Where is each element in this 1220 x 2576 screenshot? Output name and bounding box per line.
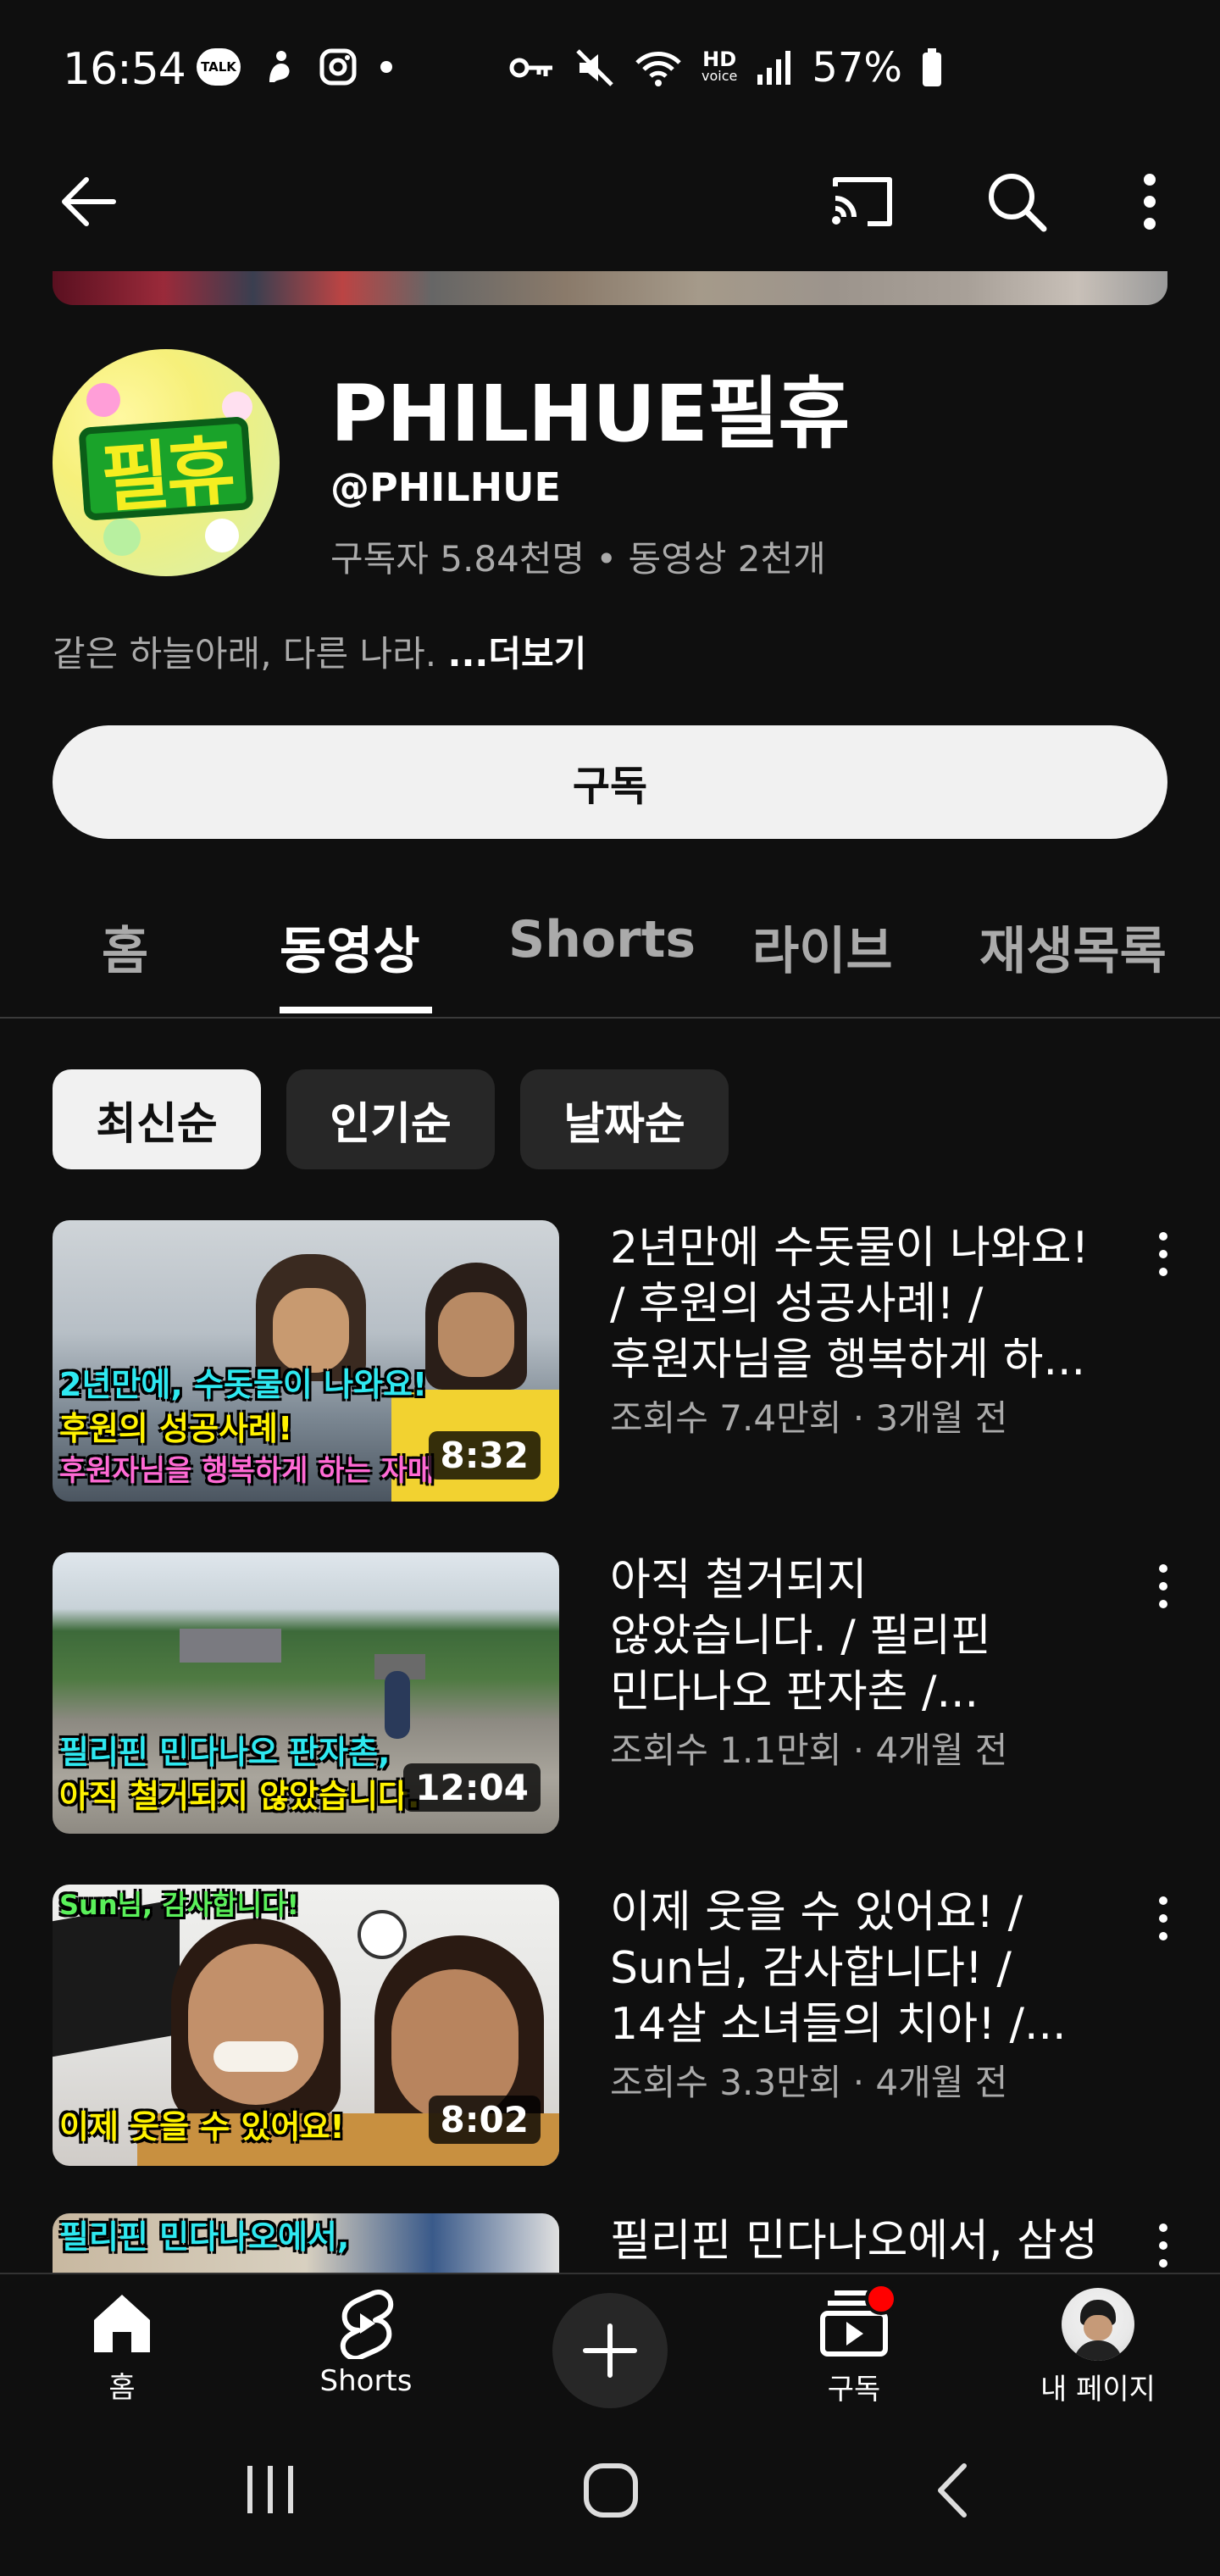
tab-home[interactable]: 홈 <box>102 910 148 984</box>
thumbnail-overlay-text: 후원의 성공사례! <box>59 1410 293 1447</box>
video-more-icon[interactable] <box>1157 1896 1169 1944</box>
tab-live[interactable]: 라이브 <box>752 910 893 984</box>
key-icon <box>509 58 552 78</box>
channel-banner <box>53 271 1167 305</box>
thumbnail-overlay-text: Sun님, 감사합니다! <box>59 1889 300 1921</box>
create-button[interactable] <box>552 2293 668 2408</box>
video-meta: 조회수 3.3만회 · 4개월 전 <box>610 2062 1008 2103</box>
video-more-icon[interactable] <box>1157 2223 1169 2271</box>
video-title[interactable]: 2년만에 수돗물이 나와요! / 후원의 성공사례! / 후원자님을 행복하게 … <box>610 1220 1118 1388</box>
nav-shorts[interactable]: Shorts <box>264 2274 468 2423</box>
video-more-icon[interactable] <box>1157 1232 1169 1280</box>
recents-icon[interactable] <box>242 2462 302 2517</box>
subscribe-button[interactable]: 구독 <box>53 725 1167 839</box>
home-circle-icon[interactable] <box>581 2461 640 2520</box>
video-title[interactable]: 필리핀 민다나오에서, 삼성 <box>610 2213 1118 2269</box>
chip-oldest[interactable]: 날짜순 <box>520 1069 729 1169</box>
nav-subscriptions[interactable]: 구독 <box>752 2274 956 2423</box>
cast-icon[interactable] <box>829 168 896 236</box>
battery-percent: 57% <box>812 44 903 92</box>
search-icon[interactable] <box>983 168 1051 236</box>
instagram-icon <box>319 48 357 86</box>
channel-avatar[interactable]: 필휴 <box>53 349 280 576</box>
tab-shorts[interactable]: Shorts <box>508 910 696 969</box>
tab-videos[interactable]: 동영상 <box>280 910 420 984</box>
status-bar: 16:54 TALK HD voice 57% <box>0 0 1220 144</box>
channel-handle: @PHILHUE <box>330 464 561 510</box>
thumbnail-overlay-text: 2년만에, 수돗물이 나와요! <box>59 1366 428 1403</box>
nav-my-page[interactable]: 내 페이지 <box>996 2274 1200 2423</box>
thumbnail-overlay-text: 아직 철거되지 않았습니다. <box>59 1778 420 1815</box>
nav-home[interactable]: 홈 <box>20 2274 224 2423</box>
video-title[interactable]: 아직 철거되지 않았습니다. / 필리핀 민다나오 판자촌 /... <box>610 1552 1118 1720</box>
video-thumbnail[interactable]: Sun님, 감사합니다! 이제 웃을 수 있어요! 8:02 <box>53 1885 559 2166</box>
hd-voice-icon: HD voice <box>702 47 738 84</box>
video-duration: 12:04 <box>403 1763 541 1812</box>
profile-avatar <box>1062 2288 1134 2361</box>
bottom-navigation: 홈 Shorts 구독 내 페이지 <box>0 2273 1220 2423</box>
thumbnail-overlay-text: 필리핀 민다나오에서, <box>59 2218 350 2256</box>
chip-popular[interactable]: 인기순 <box>286 1069 495 1169</box>
tab-playlists[interactable]: 재생목록 <box>979 910 1167 984</box>
home-icon <box>94 2295 150 2352</box>
active-tab-indicator <box>280 1007 432 1013</box>
battery-icon <box>923 48 942 86</box>
video-title[interactable]: 이제 웃을 수 있어요! / Sun님, 감사합니다! / 14살 소녀들의 치… <box>610 1885 1118 2052</box>
video-more-icon[interactable] <box>1157 1564 1169 1612</box>
signal-icon <box>757 51 791 85</box>
channel-stats: 구독자 5.84천명 • 동영상 2천개 <box>330 538 826 580</box>
shorts-icon <box>340 2290 394 2359</box>
thumbnail-overlay-text: 이제 웃을 수 있어요! <box>59 2108 345 2146</box>
avatar-logo-text: 필휴 <box>78 416 254 523</box>
channel-description[interactable]: 같은 하늘아래, 다른 나라. ...더보기 <box>53 625 586 677</box>
system-navigation-bar <box>0 2422 1220 2576</box>
more-vert-icon[interactable] <box>1137 168 1162 236</box>
kakaotalk-icon: TALK <box>197 48 241 86</box>
wifi-icon <box>635 52 681 86</box>
video-item[interactable]: Sun님, 감사합니다! 이제 웃을 수 있어요! 8:02 이제 웃을 수 있… <box>0 1885 1220 2173</box>
video-meta: 조회수 1.1만회 · 4개월 전 <box>610 1729 1008 1771</box>
description-text: 같은 하늘아래, 다른 나라. <box>53 633 437 675</box>
more-link[interactable]: ...더보기 <box>448 633 587 675</box>
video-duration: 8:02 <box>428 2096 541 2144</box>
back-arrow-icon[interactable] <box>58 169 122 234</box>
video-item[interactable]: 필리핀 민다나오 판자촌, 아직 철거되지 않았습니다. 12:04 아직 철거… <box>0 1552 1220 1840</box>
video-duration: 8:32 <box>428 1431 541 1480</box>
thumbnail-overlay-text: 후원자님을 행복하게 하는 자매 <box>59 1454 435 1488</box>
video-thumbnail[interactable]: 2년만에, 수돗물이 나와요! 후원의 성공사례! 후원자님을 행복하게 하는 … <box>53 1220 559 1502</box>
top-app-bar <box>0 144 1220 271</box>
chip-latest[interactable]: 최신순 <box>53 1069 261 1169</box>
video-item[interactable]: 2년만에, 수돗물이 나와요! 후원의 성공사례! 후원자님을 행복하게 하는 … <box>0 1220 1220 1508</box>
notification-dot <box>865 2283 897 2315</box>
thumbnail-overlay-text: 필리핀 민다나오 판자촌, <box>59 1734 391 1771</box>
create-plus-icon <box>583 2323 637 2378</box>
bixby-icon <box>269 51 290 82</box>
status-time: 16:54 <box>63 44 186 95</box>
video-thumbnail[interactable]: 필리핀 민다나오에서, <box>53 2213 559 2273</box>
channel-name: PHILHUE필휴 <box>330 369 850 459</box>
video-meta: 조회수 7.4만회 · 3개월 전 <box>610 1397 1008 1439</box>
video-thumbnail[interactable]: 필리핀 민다나오 판자촌, 아직 철거되지 않았습니다. 12:04 <box>53 1552 559 1834</box>
dot-icon <box>380 61 392 73</box>
back-chevron-icon[interactable] <box>932 2461 974 2520</box>
channel-tabs: 홈 동영상 Shorts 라이브 재생목록 <box>0 898 1220 1019</box>
video-item[interactable]: 필리핀 민다나오에서, 필리핀 민다나오에서, 삼성 <box>0 2213 1220 2273</box>
mute-icon <box>576 49 613 86</box>
